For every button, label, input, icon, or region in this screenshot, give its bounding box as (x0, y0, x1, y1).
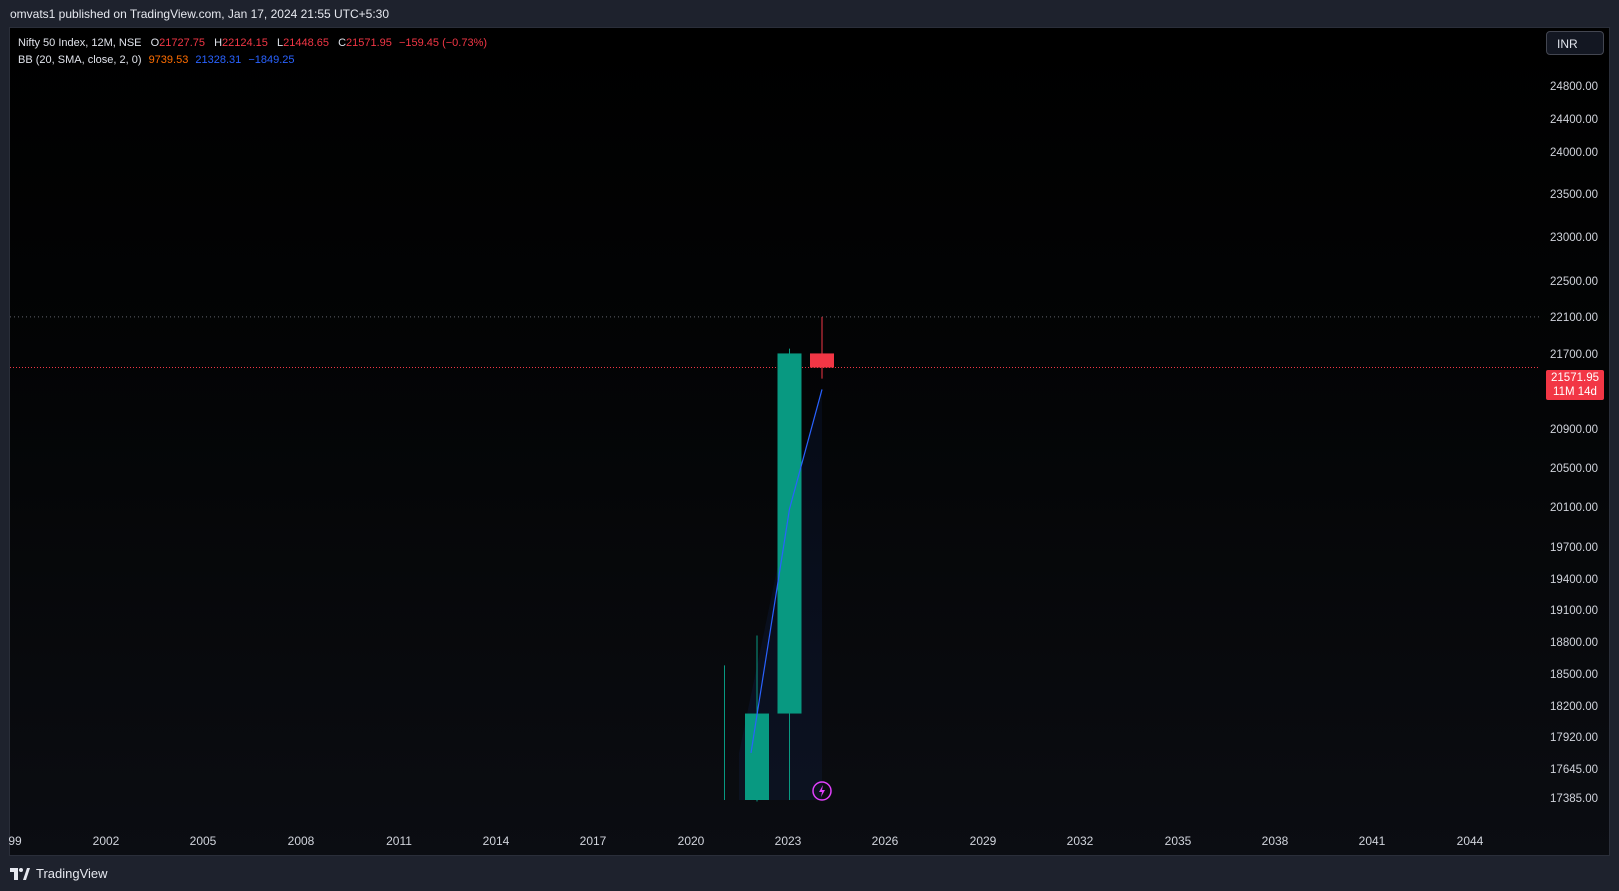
open-value: 21727.75 (159, 37, 206, 49)
candlestick-chart[interactable] (10, 28, 1610, 856)
price-tick-label: 18800.00 (1550, 637, 1598, 649)
bb-legend: BB (20, SMA, close, 2, 0) 9739.53 21328.… (18, 52, 487, 69)
time-tick-label: 2020 (677, 834, 705, 848)
tradingview-logo[interactable]: TradingView (10, 866, 108, 881)
close-value: 21571.95 (346, 37, 392, 49)
time-tick-label: 2017 (579, 834, 607, 848)
high-key: H (214, 37, 223, 49)
price-tick-label: 24000.00 (1550, 147, 1598, 159)
last-price-label: 21571.95 11M 14d (1546, 370, 1604, 400)
price-tick-label: 18200.00 (1550, 701, 1598, 713)
price-tick-label: 24800.00 (1550, 81, 1598, 93)
change-value: −159.45 (−0.73%) (398, 37, 488, 49)
ohlc-legend: Nifty 50 Index, 12M, NSE O21727.75 H2212… (18, 35, 487, 52)
low-value: 21448.65 (283, 37, 329, 49)
bar-countdown: 11M 14d (1553, 386, 1597, 398)
candle-body (810, 353, 834, 368)
price-tick-label: 21700.00 (1550, 349, 1598, 361)
price-tick-label: 20100.00 (1550, 502, 1598, 514)
time-tick-label: 2008 (287, 834, 315, 848)
price-tick-label: 17645.00 (1550, 764, 1598, 776)
price-tick-label: 18500.00 (1550, 669, 1598, 681)
high-value: 22124.15 (222, 37, 268, 49)
price-tick-label: 19100.00 (1550, 605, 1598, 617)
footer-bar (0, 857, 1619, 891)
close-key: C (338, 37, 347, 49)
price-tick-label: 22100.00 (1550, 312, 1598, 324)
price-tick-label: 19700.00 (1550, 542, 1598, 554)
price-tick-label: 23500.00 (1550, 189, 1598, 201)
symbol-label[interactable]: Nifty 50 Index, 12M, NSE (18, 37, 142, 49)
bb-upper-value: −1849.25 (248, 54, 295, 66)
candle-body (745, 713, 769, 800)
price-axis[interactable]: 24800.00 24400.00 24000.00 23500.00 23000.00… (1539, 27, 1610, 827)
chart-legend: Nifty 50 Index, 12M, NSE O21727.75 H2212… (18, 35, 487, 69)
time-tick-label: 2035 (1164, 834, 1192, 848)
publish-text: omvats1 published on TradingView.com, Ja… (10, 7, 390, 21)
time-tick-label: 2026 (871, 834, 899, 848)
time-tick-label: 2041 (1358, 834, 1386, 848)
bb-lower-value: 9739.53 (148, 54, 189, 66)
tradingview-brand-text: TradingView (36, 866, 108, 881)
bb-basis-value: 21328.31 (195, 54, 242, 66)
time-tick-label: 2038 (1261, 834, 1289, 848)
price-tick-label: 17385.00 (1550, 793, 1598, 805)
tradingview-logo-icon (10, 867, 30, 880)
price-tick-label: 22500.00 (1550, 276, 1598, 288)
price-tick-label: 17920.00 (1550, 732, 1598, 744)
time-tick-label: 2032 (1066, 834, 1094, 848)
time-tick-label: 2002 (92, 834, 120, 848)
price-tick-label: 19400.00 (1550, 574, 1598, 586)
bb-label[interactable]: BB (20, SMA, close, 2, 0) (18, 54, 142, 66)
open-key: O (150, 37, 160, 49)
price-tick-label: 20900.00 (1550, 424, 1598, 436)
publish-header: omvats1 published on TradingView.com, Ja… (0, 0, 1619, 28)
time-tick-label: 2014 (482, 834, 510, 848)
time-tick-label: 2044 (1456, 834, 1484, 848)
last-price-value: 21571.95 (1551, 372, 1599, 384)
price-tick-label: 24400.00 (1550, 114, 1598, 126)
price-tick-label: 20500.00 (1550, 463, 1598, 475)
time-tick-label: 99 (8, 834, 22, 848)
time-tick-label: 2005 (189, 834, 217, 848)
candle-body (777, 353, 802, 714)
time-tick-label: 2011 (386, 834, 412, 848)
time-tick-label: 2023 (774, 834, 802, 848)
chart-pane[interactable]: Nifty 50 Index, 12M, NSE O21727.75 H2212… (9, 27, 1610, 856)
time-tick-label: 2029 (969, 834, 997, 848)
price-tick-label: 23000.00 (1550, 232, 1598, 244)
